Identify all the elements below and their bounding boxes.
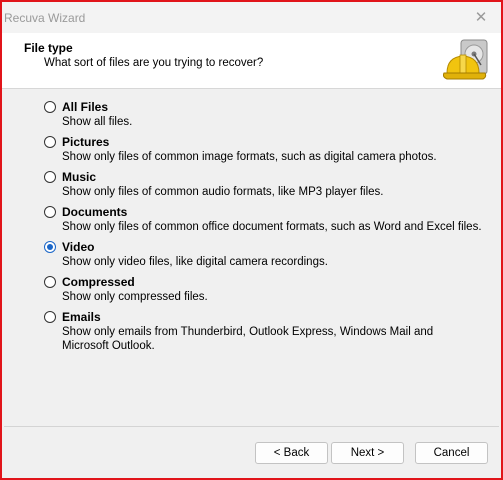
option-label[interactable]: Pictures <box>62 135 109 149</box>
wizard-window: Recuva Wizard ✕ File type What sort of f… <box>0 0 503 480</box>
page-title: File type <box>24 41 73 55</box>
window-title: Recuva Wizard <box>4 11 86 25</box>
radio-compressed[interactable] <box>44 276 56 288</box>
option-description: Show only files of common audio formats,… <box>62 186 384 198</box>
radio-music[interactable] <box>44 171 56 183</box>
option-label[interactable]: Music <box>62 170 96 184</box>
back-button[interactable]: < Back <box>255 442 328 464</box>
option-label[interactable]: Documents <box>62 205 127 219</box>
wizard-header: File type What sort of files are you try… <box>2 33 501 89</box>
option-description: Show all files. <box>62 116 133 128</box>
page-subtitle: What sort of files are you trying to rec… <box>44 57 264 69</box>
option-label[interactable]: Compressed <box>62 275 135 289</box>
option-label[interactable]: Emails <box>62 310 101 324</box>
footer-divider <box>4 426 499 427</box>
radio-pictures[interactable] <box>44 136 56 148</box>
radio-all-files[interactable] <box>44 101 56 113</box>
option-description: Show only files of common office documen… <box>62 221 482 233</box>
option-description: Show only emails from Thunderbird, Outlo… <box>62 326 434 352</box>
cancel-button[interactable]: Cancel <box>415 442 488 464</box>
radio-documents[interactable] <box>44 206 56 218</box>
option-label[interactable]: Video <box>62 240 94 254</box>
option-description: Show only files of common image formats,… <box>62 151 437 163</box>
option-description: Show only video files, like digital came… <box>62 256 328 268</box>
recuva-hard-hat-drive-icon <box>443 39 488 80</box>
next-button[interactable]: Next > <box>331 442 404 464</box>
title-bar: Recuva Wizard ✕ <box>2 2 501 33</box>
radio-emails[interactable] <box>44 311 56 323</box>
close-button[interactable]: ✕ <box>465 6 497 29</box>
radio-video[interactable] <box>44 241 56 253</box>
option-description: Show only compressed files. <box>62 291 208 303</box>
option-label[interactable]: All Files <box>62 100 108 114</box>
